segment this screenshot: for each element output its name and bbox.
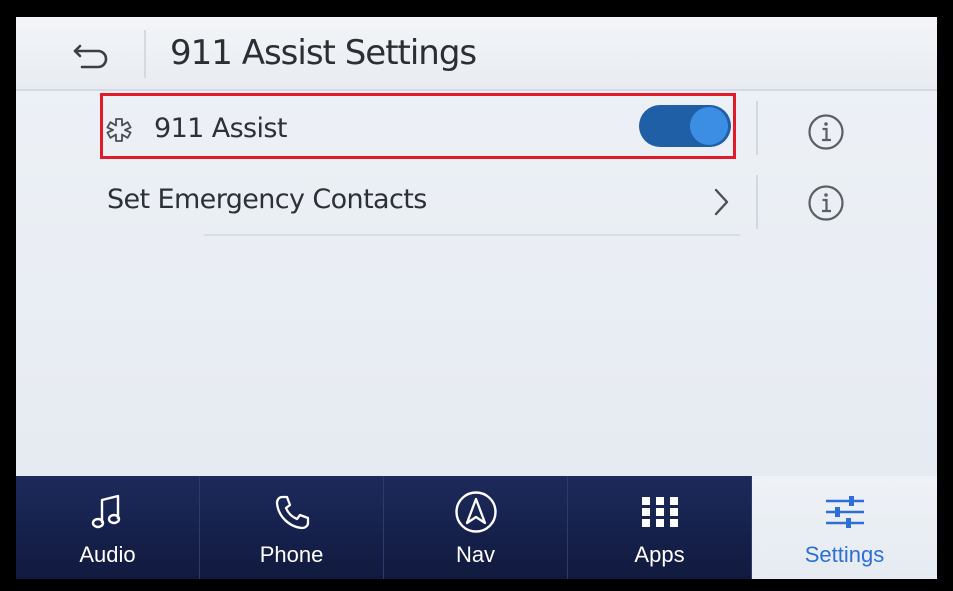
row-label-set-emergency-contacts: Set Emergency Contacts: [107, 184, 427, 215]
sliders-icon: [823, 490, 867, 534]
911-assist-toggle[interactable]: [639, 105, 731, 147]
nav-label-audio: Audio: [79, 542, 136, 567]
settings-screen: 911 Assist Settings 911 Assist Set Emerg…: [16, 17, 937, 579]
header-divider: [144, 30, 146, 78]
nav-label-nav: Nav: [455, 542, 496, 567]
page-title: 911 Assist Settings: [170, 33, 477, 73]
row-divider: [756, 175, 758, 229]
nav-item-audio[interactable]: Audio: [16, 476, 200, 579]
medical-star-icon: [106, 118, 132, 142]
compass-icon: [454, 490, 498, 534]
nav-label-phone: Phone: [259, 542, 324, 567]
row-separator: [204, 234, 740, 236]
row-label-911-assist: 911 Assist: [154, 113, 287, 144]
info-button-911-assist[interactable]: [807, 113, 845, 151]
nav-label-apps: Apps: [634, 542, 685, 567]
nav-label-settings: Settings: [804, 542, 885, 567]
nav-item-apps[interactable]: Apps: [568, 476, 752, 579]
info-icon: [808, 185, 844, 221]
music-note-icon: [86, 490, 130, 534]
back-button[interactable]: [66, 35, 118, 75]
info-icon: [808, 114, 844, 150]
row-divider: [756, 101, 758, 155]
bottom-nav: Audio Phone Nav Apps Settings: [16, 476, 937, 579]
nav-item-settings[interactable]: Settings: [752, 476, 937, 579]
header-bar: 911 Assist Settings: [16, 17, 937, 91]
nav-item-nav[interactable]: Nav: [384, 476, 568, 579]
info-button-emergency-contacts[interactable]: [807, 184, 845, 222]
apps-grid-icon: [638, 490, 682, 534]
nav-item-phone[interactable]: Phone: [200, 476, 384, 579]
chevron-right-icon: [714, 188, 729, 216]
toggle-knob: [690, 107, 728, 145]
back-arrow-icon: [73, 44, 108, 69]
phone-icon: [270, 490, 314, 534]
